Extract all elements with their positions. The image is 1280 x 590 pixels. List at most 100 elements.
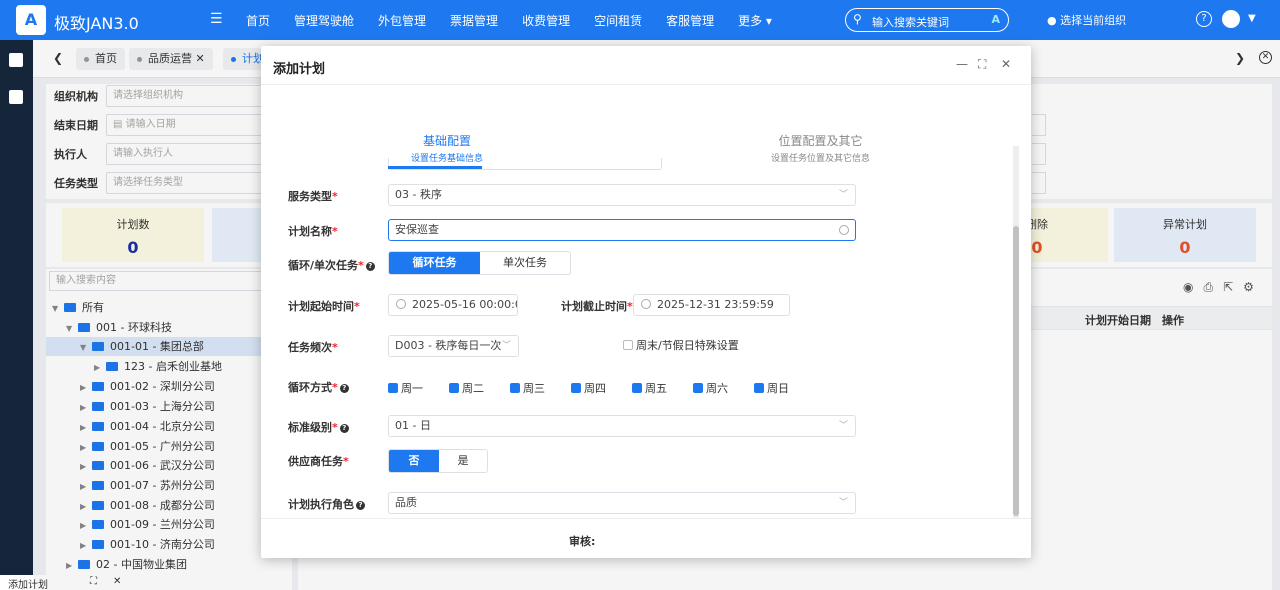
step-indicator xyxy=(388,166,482,169)
single-task-option[interactable]: 单次任务 xyxy=(480,252,570,274)
checkbox[interactable] xyxy=(510,383,520,393)
help-icon[interactable]: ? xyxy=(1196,11,1212,27)
main-nav: 首页 管理驾驶舱 外包管理 票据管理 收费管理 空间租赁 客服管理 更多 ▾ xyxy=(246,12,772,29)
weekday-checkbox[interactable]: 周二 xyxy=(449,380,484,396)
menu-toggle-icon[interactable]: ☰ xyxy=(210,11,223,27)
frequency-select[interactable]: D003 - 秩序每日一次 ﹀ xyxy=(388,335,519,357)
help-icon[interactable]: ? xyxy=(356,500,365,510)
scrollbar-thumb[interactable] xyxy=(1013,226,1019,516)
dialog-scrollbar[interactable] xyxy=(1013,146,1019,518)
chevron-down-icon: ﹀ xyxy=(838,498,848,508)
role-value: 品质 xyxy=(395,496,417,509)
end-time-value: 2025-12-31 23:59:59 xyxy=(657,298,774,311)
end-time-label: 计划截止时间 xyxy=(561,300,627,313)
checkbox[interactable] xyxy=(623,340,633,350)
calendar-icon[interactable] xyxy=(9,53,23,67)
nav-space-rental[interactable]: 空间租赁 xyxy=(594,12,642,29)
supplier-label: 供应商任务 xyxy=(288,455,343,468)
nav-more[interactable]: 更多 ▾ xyxy=(738,12,772,29)
minimize-icon[interactable]: — xyxy=(956,57,968,71)
close-icon[interactable]: ✕ xyxy=(1001,57,1011,71)
ai-icon[interactable]: A xyxy=(991,13,1000,26)
field-label: 计划截止时间* xyxy=(561,300,633,313)
help-icon[interactable]: ? xyxy=(339,383,349,393)
nav-billing[interactable]: 收费管理 xyxy=(522,12,570,29)
start-time-input[interactable]: 2025-05-16 00:00:00 xyxy=(388,294,518,316)
loop-type-segment: 循环任务 单次任务 xyxy=(388,251,571,275)
checkbox[interactable] xyxy=(388,383,398,393)
weekday-checkbox[interactable]: 周六 xyxy=(693,380,728,396)
service-type-value: 03 - 秩序 xyxy=(395,188,442,201)
weekday-checkbox[interactable]: 周四 xyxy=(571,380,606,396)
start-time-value: 2025-05-16 00:00:00 xyxy=(412,298,518,311)
maximize-icon[interactable]: ⛶ xyxy=(978,57,986,72)
weekday-checkbox[interactable]: 周三 xyxy=(510,380,545,396)
app-title: 极致JAN3.0 xyxy=(54,14,139,33)
loop-task-option[interactable]: 循环任务 xyxy=(389,252,480,274)
weekday-label: 周日 xyxy=(767,382,789,395)
field-label: 计划执行角色? xyxy=(288,496,365,512)
checkbox[interactable] xyxy=(449,383,459,393)
nav-outsourcing[interactable]: 外包管理 xyxy=(378,12,426,29)
divider xyxy=(261,84,1031,85)
weekday-checkbox[interactable]: 周五 xyxy=(632,380,667,396)
clock-icon xyxy=(641,299,651,309)
weekday-checkbox[interactable]: 周一 xyxy=(388,380,423,396)
user-avatar[interactable] xyxy=(1222,10,1240,28)
supplier-segment: 否 是 xyxy=(388,449,488,473)
nav-home[interactable]: 首页 xyxy=(246,12,270,29)
service-type-select[interactable]: 03 - 秩序 ﹀ xyxy=(388,184,856,206)
chevron-down-icon: ﹀ xyxy=(838,421,848,431)
role-label: 计划执行角色 xyxy=(288,498,354,511)
field-label: 任务频次* xyxy=(288,341,338,354)
weekday-label: 周三 xyxy=(523,382,545,395)
search-icon: ⚲ xyxy=(853,12,862,26)
std-level-select[interactable]: 01 - 日 ﹀ xyxy=(388,415,856,437)
dialog-footer: 审核: xyxy=(261,518,1031,558)
top-bar: A 极致JAN3.0 ☰ 首页 管理驾驶舱 外包管理 票据管理 收费管理 空间租… xyxy=(0,0,1280,40)
plan-name-input[interactable]: 安保巡查 xyxy=(388,219,856,241)
step-title: 位置配置及其它 xyxy=(778,134,863,148)
nav-dashboard[interactable]: 管理驾驶舱 xyxy=(294,12,354,29)
global-search[interactable]: ⚲ 输入搜索关键词 A xyxy=(845,8,1009,32)
nav-customer-service[interactable]: 客服管理 xyxy=(666,12,714,29)
plan-name-label: 计划名称 xyxy=(288,225,332,238)
field-label: 计划起始时间* xyxy=(288,300,360,313)
weekday-label: 周一 xyxy=(401,382,423,395)
end-time-input[interactable]: 2025-12-31 23:59:59 xyxy=(633,294,790,316)
nav-invoice[interactable]: 票据管理 xyxy=(450,12,498,29)
chevron-down-icon: ﹀ xyxy=(501,341,511,351)
std-level-label: 标准级别 xyxy=(288,421,332,434)
clear-icon[interactable] xyxy=(839,225,849,235)
org-selector[interactable]: ● 选择当前组织 xyxy=(1047,12,1126,28)
frequency-label: 任务频次 xyxy=(288,341,332,354)
supplier-yes-option[interactable]: 是 xyxy=(439,450,487,472)
supplier-no-option[interactable]: 否 xyxy=(389,450,439,472)
role-select[interactable]: 品质 ﹀ xyxy=(388,492,856,514)
field-label: 供应商任务* xyxy=(288,455,349,468)
frequency-value: D003 - 秩序每日一次 xyxy=(395,339,502,352)
checkbox[interactable] xyxy=(754,383,764,393)
chevron-down-icon: ﹀ xyxy=(838,190,848,200)
help-icon[interactable]: ? xyxy=(365,261,375,271)
document-icon[interactable] xyxy=(9,90,23,104)
left-rail xyxy=(0,40,33,590)
help-icon[interactable]: ? xyxy=(339,423,349,433)
holiday-checkbox[interactable]: 周末/节假日特殊设置 xyxy=(623,337,739,353)
step-title: 基础配置 xyxy=(423,134,472,148)
field-label: 循环方式*? xyxy=(288,379,349,395)
checkbox[interactable] xyxy=(571,383,581,393)
checkbox[interactable] xyxy=(693,383,703,393)
weekday-label: 周四 xyxy=(584,382,606,395)
field-label: 循环/单次任务*? xyxy=(288,257,375,273)
checkbox[interactable] xyxy=(632,383,642,393)
app-logo: A xyxy=(16,5,46,35)
loop-type-label: 循环/单次任务 xyxy=(288,259,359,272)
step-location[interactable]: 位置配置及其它 设置任务位置及其它信息 xyxy=(771,132,870,164)
weekday-checkbox[interactable]: 周日 xyxy=(754,380,789,396)
std-level-value: 01 - 日 xyxy=(395,419,431,432)
step-subtitle: 设置任务位置及其它信息 xyxy=(771,154,871,164)
chevron-down-icon[interactable]: ▼ xyxy=(1248,13,1256,24)
dialog-title: 添加计划 xyxy=(273,62,326,77)
service-type-label: 服务类型 xyxy=(288,190,332,203)
